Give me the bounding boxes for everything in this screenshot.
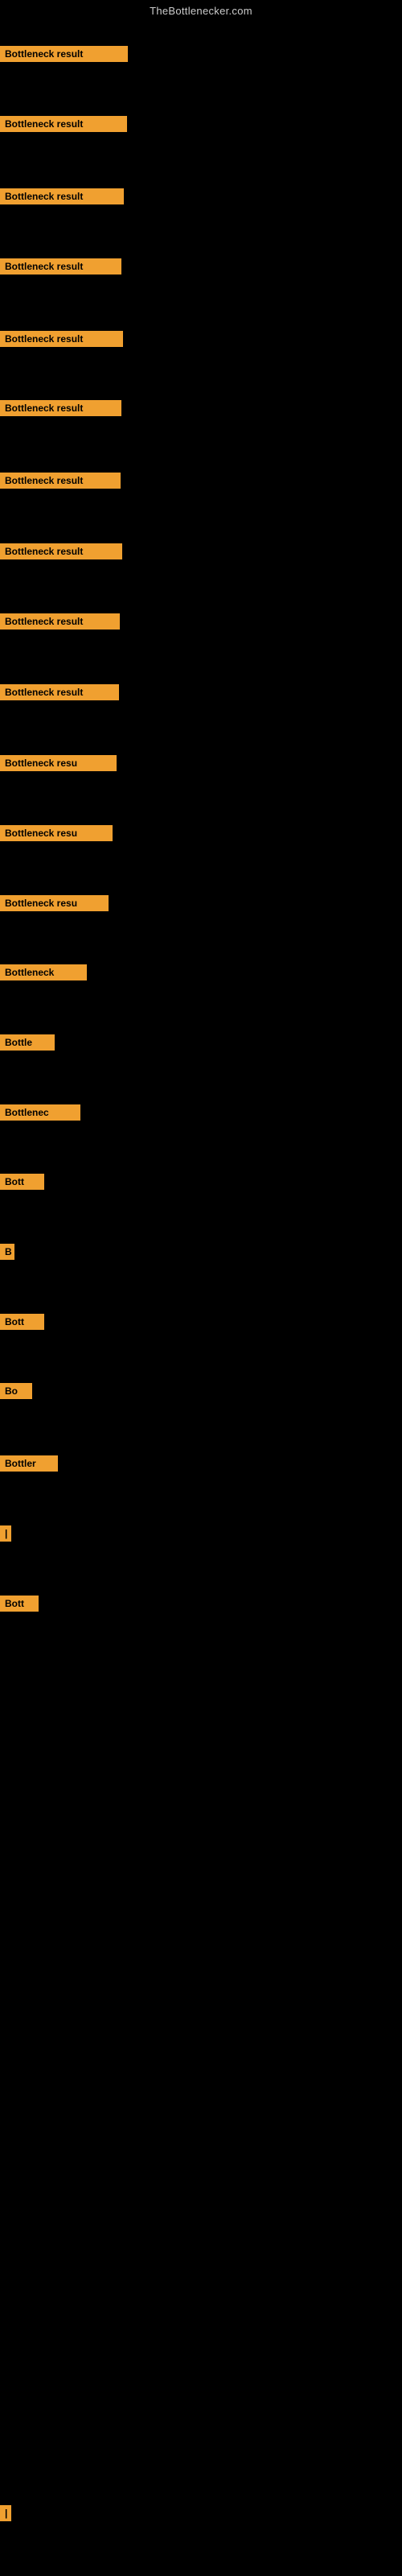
bottleneck-label: Bott	[0, 1174, 44, 1190]
bottleneck-row: Bo	[0, 1383, 32, 1403]
bottleneck-label: Bottleneck result	[0, 613, 120, 630]
bottleneck-label: Bottleneck	[0, 964, 87, 980]
bottleneck-label: Bottleneck result	[0, 473, 121, 489]
bottleneck-row: Bottler	[0, 1455, 58, 1476]
bottleneck-row: Bottleneck result	[0, 258, 121, 279]
bottleneck-row: Bottleneck result	[0, 684, 119, 704]
bottleneck-label: Bottlenec	[0, 1104, 80, 1121]
bottleneck-row: Bottleneck result	[0, 331, 123, 351]
bottleneck-row: Bottleneck result	[0, 116, 127, 136]
bottleneck-label: Bottleneck result	[0, 331, 123, 347]
bottleneck-row: Bottle	[0, 1034, 55, 1055]
bottleneck-label: Bottleneck result	[0, 684, 119, 700]
bottleneck-row: Bottleneck resu	[0, 825, 113, 845]
bottleneck-label: Bottleneck result	[0, 116, 127, 132]
bottleneck-row: Bottleneck resu	[0, 895, 109, 915]
bottleneck-row: Bottleneck resu	[0, 755, 117, 775]
bottleneck-label: B	[0, 1244, 14, 1260]
bottleneck-row: Bottleneck result	[0, 46, 128, 66]
bottleneck-row: |	[0, 2505, 11, 2525]
bottleneck-label: Bottleneck result	[0, 543, 122, 559]
bottleneck-label: Bottleneck result	[0, 46, 128, 62]
bottleneck-row: Bott	[0, 1314, 44, 1334]
bottleneck-row: Bottleneck	[0, 964, 87, 985]
bottleneck-label: |	[0, 1525, 11, 1542]
bottleneck-row: B	[0, 1244, 14, 1264]
bottleneck-label: Bottleneck resu	[0, 825, 113, 841]
bottleneck-label: Bottleneck resu	[0, 895, 109, 911]
bottleneck-row: Bottleneck result	[0, 188, 124, 208]
bottleneck-label: Bottler	[0, 1455, 58, 1472]
bottleneck-label: Bottleneck result	[0, 400, 121, 416]
bottleneck-label: Bottleneck result	[0, 188, 124, 204]
bottleneck-row: Bott	[0, 1596, 39, 1616]
bottleneck-row: |	[0, 1525, 11, 1546]
bottleneck-label: Bott	[0, 1596, 39, 1612]
bottleneck-label: Bottleneck resu	[0, 755, 117, 771]
bottleneck-label: |	[0, 2505, 11, 2521]
bottleneck-label: Bo	[0, 1383, 32, 1399]
bottleneck-label: Bott	[0, 1314, 44, 1330]
bottleneck-row: Bottleneck result	[0, 613, 120, 634]
bottleneck-label: Bottle	[0, 1034, 55, 1051]
bottleneck-row: Bott	[0, 1174, 44, 1194]
bottleneck-row: Bottleneck result	[0, 543, 122, 564]
bottleneck-row: Bottleneck result	[0, 473, 121, 493]
bottleneck-row: Bottleneck result	[0, 400, 121, 420]
bottleneck-row: Bottlenec	[0, 1104, 80, 1125]
bottleneck-label: Bottleneck result	[0, 258, 121, 275]
site-title: TheBottlenecker.com	[0, 0, 402, 20]
